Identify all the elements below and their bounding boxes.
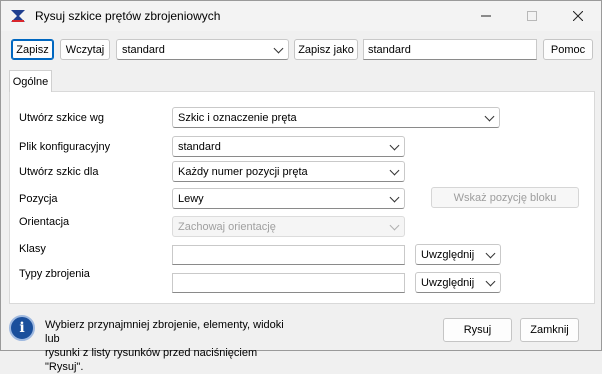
chevron-down-icon — [389, 192, 400, 202]
minimize-icon — [481, 15, 491, 17]
create-sketches-by-combo[interactable]: Szkic i oznaczenie pręta — [172, 107, 500, 128]
draw-button[interactable]: Rysuj — [443, 318, 512, 342]
classes-input[interactable] — [172, 245, 405, 265]
save-as-button[interactable]: Zapisz jako — [294, 39, 358, 60]
rebar-types-input[interactable] — [172, 273, 405, 293]
chevron-down-icon — [389, 220, 400, 230]
rebar-types-filter-combo[interactable]: Uwzględnij — [415, 272, 501, 293]
close-icon — [573, 11, 583, 21]
create-sketches-by-label: Utwórz szkice wg — [19, 112, 104, 124]
chevron-down-icon — [484, 111, 495, 121]
save-as-name-input[interactable]: standard — [363, 39, 537, 60]
chevron-down-icon — [485, 248, 496, 258]
create-sketch-for-combo[interactable]: Każdy numer pozycji pręta — [172, 161, 405, 182]
rebar-types-filter-value: Uwzględnij — [421, 276, 475, 289]
create-sketch-for-label: Utwórz szkic dla — [19, 166, 99, 178]
tab-general[interactable]: Ogólne — [9, 70, 52, 92]
save-button[interactable]: Zapisz — [11, 39, 54, 60]
window-title: Rysuj szkice prętów zbrojeniowych — [35, 9, 221, 23]
position-label: Pozycja — [19, 193, 58, 205]
create-sketches-by-value: Szkic i oznaczenie pręta — [178, 111, 297, 124]
position-combo[interactable]: Lewy — [172, 188, 405, 209]
orientation-value: Zachowaj orientację — [178, 220, 276, 233]
app-icon — [11, 10, 25, 22]
classes-filter-combo[interactable]: Uwzględnij — [415, 244, 501, 265]
info-message-line2: rysunki z listy rysunków przed naciśnięc… — [45, 347, 258, 373]
load-button[interactable]: Wczytaj — [60, 39, 110, 60]
close-dialog-button[interactable]: Zamknij — [520, 318, 579, 342]
preset-combo[interactable]: standard — [116, 39, 289, 60]
preset-combo-value: standard — [122, 43, 165, 56]
rebar-types-label: Typy zbrojenia — [19, 268, 90, 280]
config-file-combo[interactable]: standard — [172, 136, 405, 157]
orientation-label: Orientacja — [19, 216, 70, 228]
orientation-combo[interactable]: Zachowaj orientację — [172, 216, 405, 237]
position-value: Lewy — [178, 192, 204, 205]
config-file-value: standard — [178, 140, 221, 153]
dialog-window: Rysuj szkice prętów zbrojeniowych Zapisz… — [0, 0, 602, 373]
info-message-line1: Wybierz przynajmniej zbrojenie, elementy… — [45, 319, 284, 345]
config-file-label: Plik konfiguracyjny — [19, 141, 111, 153]
chevron-down-icon — [273, 43, 284, 53]
close-button[interactable] — [555, 1, 601, 31]
info-icon: i — [9, 315, 35, 341]
chevron-down-icon — [485, 276, 496, 286]
maximize-icon — [527, 11, 537, 21]
help-button[interactable]: Pomoc — [543, 39, 593, 60]
classes-label: Klasy — [19, 243, 46, 255]
maximize-button[interactable] — [509, 1, 555, 31]
create-sketch-for-value: Każdy numer pozycji pręta — [178, 165, 308, 178]
minimize-button[interactable] — [463, 1, 509, 31]
info-message: Wybierz przynajmniej zbrojenie, elementy… — [45, 318, 285, 374]
chevron-down-icon — [389, 165, 400, 175]
classes-filter-value: Uwzględnij — [421, 248, 475, 261]
pick-block-position-button[interactable]: Wskaż pozycję bloku — [431, 187, 579, 208]
chevron-down-icon — [389, 140, 400, 150]
